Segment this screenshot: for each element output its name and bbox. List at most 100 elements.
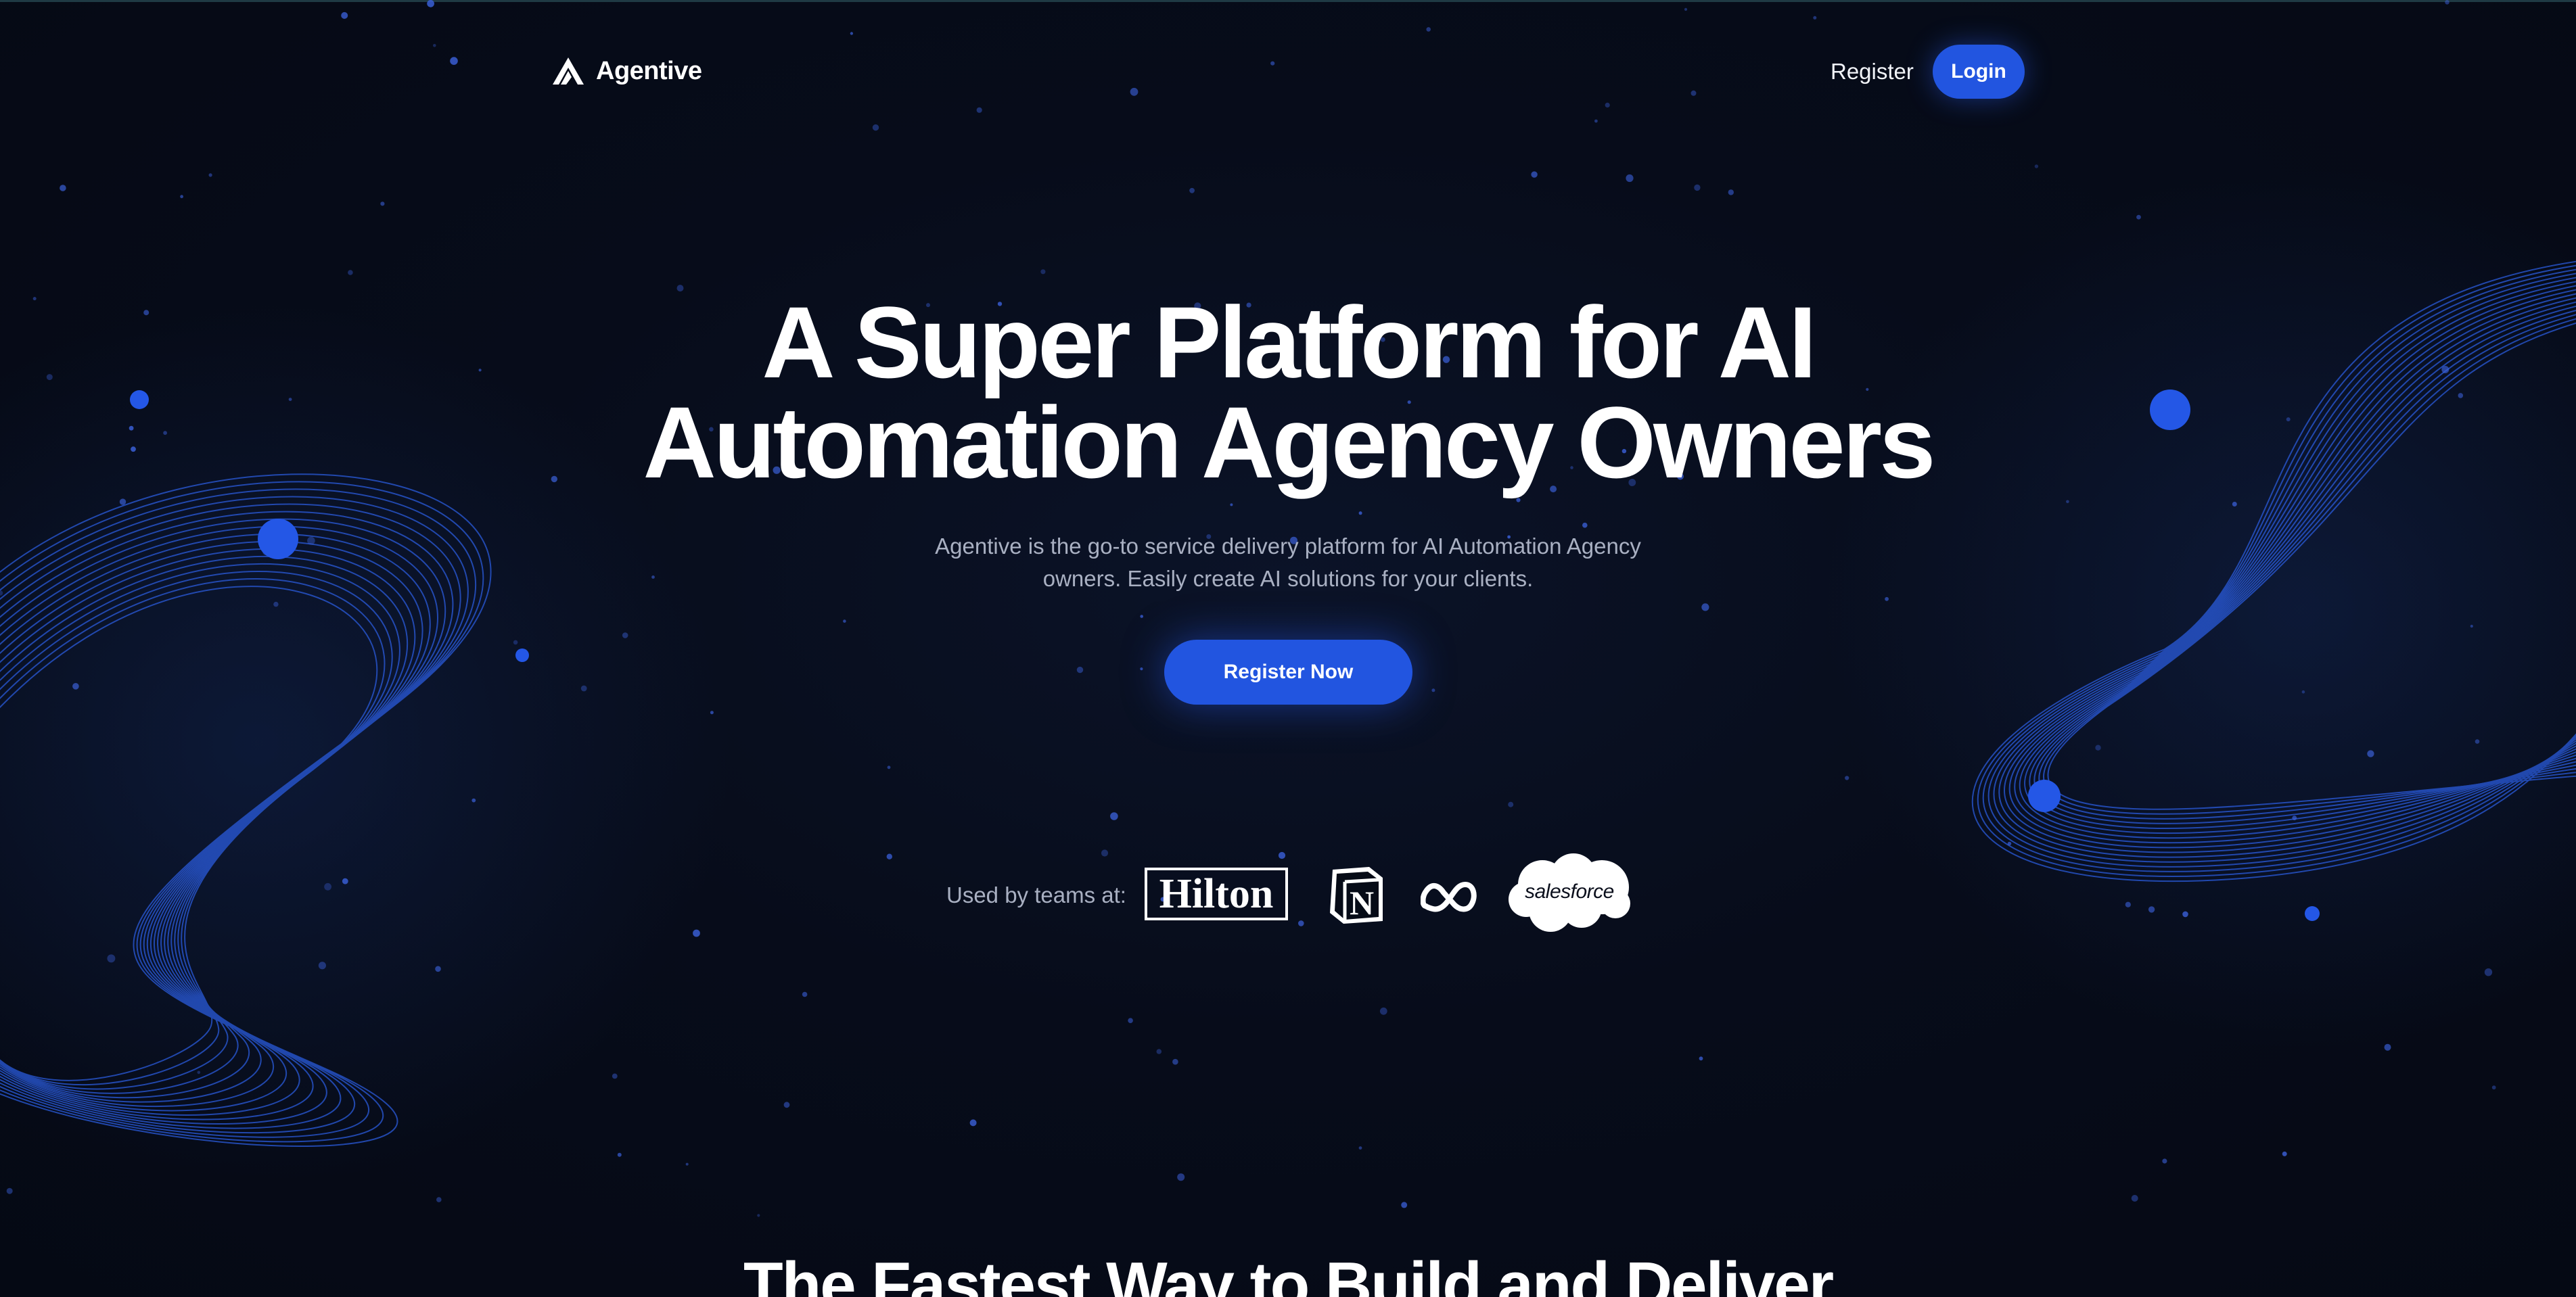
star [513, 640, 518, 645]
star [273, 601, 279, 607]
star [612, 1073, 618, 1079]
star [435, 966, 441, 972]
star [1040, 269, 1046, 275]
notion-logo: N [1330, 867, 1383, 924]
star [2445, 0, 2450, 5]
star [1101, 849, 1109, 857]
hero-subtitle: Agentive is the go-to service delivery p… [935, 534, 1641, 591]
star [2034, 164, 2039, 168]
star [1298, 920, 1304, 926]
star [1358, 1146, 1362, 1150]
star [693, 929, 700, 937]
star [1140, 615, 1143, 618]
star [2301, 690, 2305, 694]
star [433, 44, 436, 47]
login-button[interactable]: Login [1933, 45, 2025, 99]
star [1076, 666, 1084, 674]
star [969, 1119, 977, 1127]
star [72, 683, 79, 690]
star [2292, 816, 2297, 820]
star [1531, 171, 1538, 178]
star [1594, 119, 1598, 123]
star [850, 32, 854, 35]
star [2136, 214, 2141, 220]
star [2095, 745, 2101, 751]
star [2125, 901, 2131, 907]
star [1582, 522, 1588, 528]
star [710, 711, 714, 715]
star [1885, 596, 1889, 601]
star [318, 962, 326, 970]
star [676, 285, 684, 292]
orb [2028, 780, 2061, 812]
star [342, 878, 348, 885]
star [1128, 1018, 1133, 1023]
star [341, 11, 348, 19]
brand[interactable]: Agentive [551, 54, 702, 88]
nav-register-link[interactable]: Register [1831, 55, 1914, 88]
star [2384, 1043, 2391, 1051]
star [1845, 776, 1849, 780]
salesforce-logo-text: salesforce [1525, 880, 1614, 903]
agentive-logo-icon [553, 57, 584, 85]
star [2282, 1151, 2287, 1156]
star [1156, 1049, 1162, 1054]
star [1431, 688, 1435, 692]
star [2484, 968, 2493, 976]
notion-logo-text: N [1350, 884, 1374, 922]
star [348, 270, 353, 275]
star [757, 1214, 760, 1217]
orb [258, 519, 298, 559]
star [1401, 1202, 1408, 1208]
star [651, 575, 655, 579]
star [976, 107, 982, 113]
section-title: The Fastest Way to Build and Deliver [743, 1249, 1834, 1297]
star [1690, 90, 1697, 96]
star [427, 0, 434, 7]
star [1699, 1056, 1703, 1061]
star [208, 173, 212, 177]
star [2131, 1195, 2138, 1202]
star [886, 853, 893, 859]
star [2162, 1158, 2167, 1164]
star [1270, 61, 1275, 66]
used-by-label: Used by teams at: [946, 882, 1126, 907]
star [1278, 851, 1286, 859]
star [1230, 503, 1233, 506]
star [1189, 187, 1195, 193]
star [2182, 911, 2188, 918]
star [2007, 841, 2012, 846]
star [1130, 87, 1138, 96]
star [472, 798, 476, 803]
hilton-logo-text: Hilton [1159, 870, 1274, 917]
star [1508, 801, 1514, 807]
star [617, 1152, 622, 1157]
star [1728, 189, 1734, 195]
star [197, 1070, 201, 1075]
star [580, 685, 587, 692]
star [802, 991, 808, 997]
star [1426, 27, 1431, 32]
hilton-logo: Hilton [1145, 868, 1288, 920]
star [450, 57, 458, 65]
star [1684, 7, 1688, 11]
orb [515, 648, 529, 662]
star [2470, 624, 2473, 628]
star [2367, 750, 2374, 757]
star [1177, 1173, 1185, 1181]
star [1626, 174, 1634, 183]
brand-name: Agentive [596, 56, 702, 85]
star [1172, 1058, 1178, 1065]
star [436, 1197, 442, 1202]
star [119, 498, 127, 505]
star [1358, 511, 1362, 515]
hero-title-line-1: A Super Platform for AI [762, 285, 1816, 399]
hero-title: A Super Platform for AI Automation Agenc… [0, 285, 2576, 493]
register-now-button[interactable]: Register Now [1164, 640, 1412, 705]
star [6, 1187, 13, 1194]
star [685, 1162, 689, 1166]
star [783, 1102, 790, 1108]
star [622, 632, 628, 638]
star [1813, 16, 1817, 20]
star [1140, 667, 1143, 671]
